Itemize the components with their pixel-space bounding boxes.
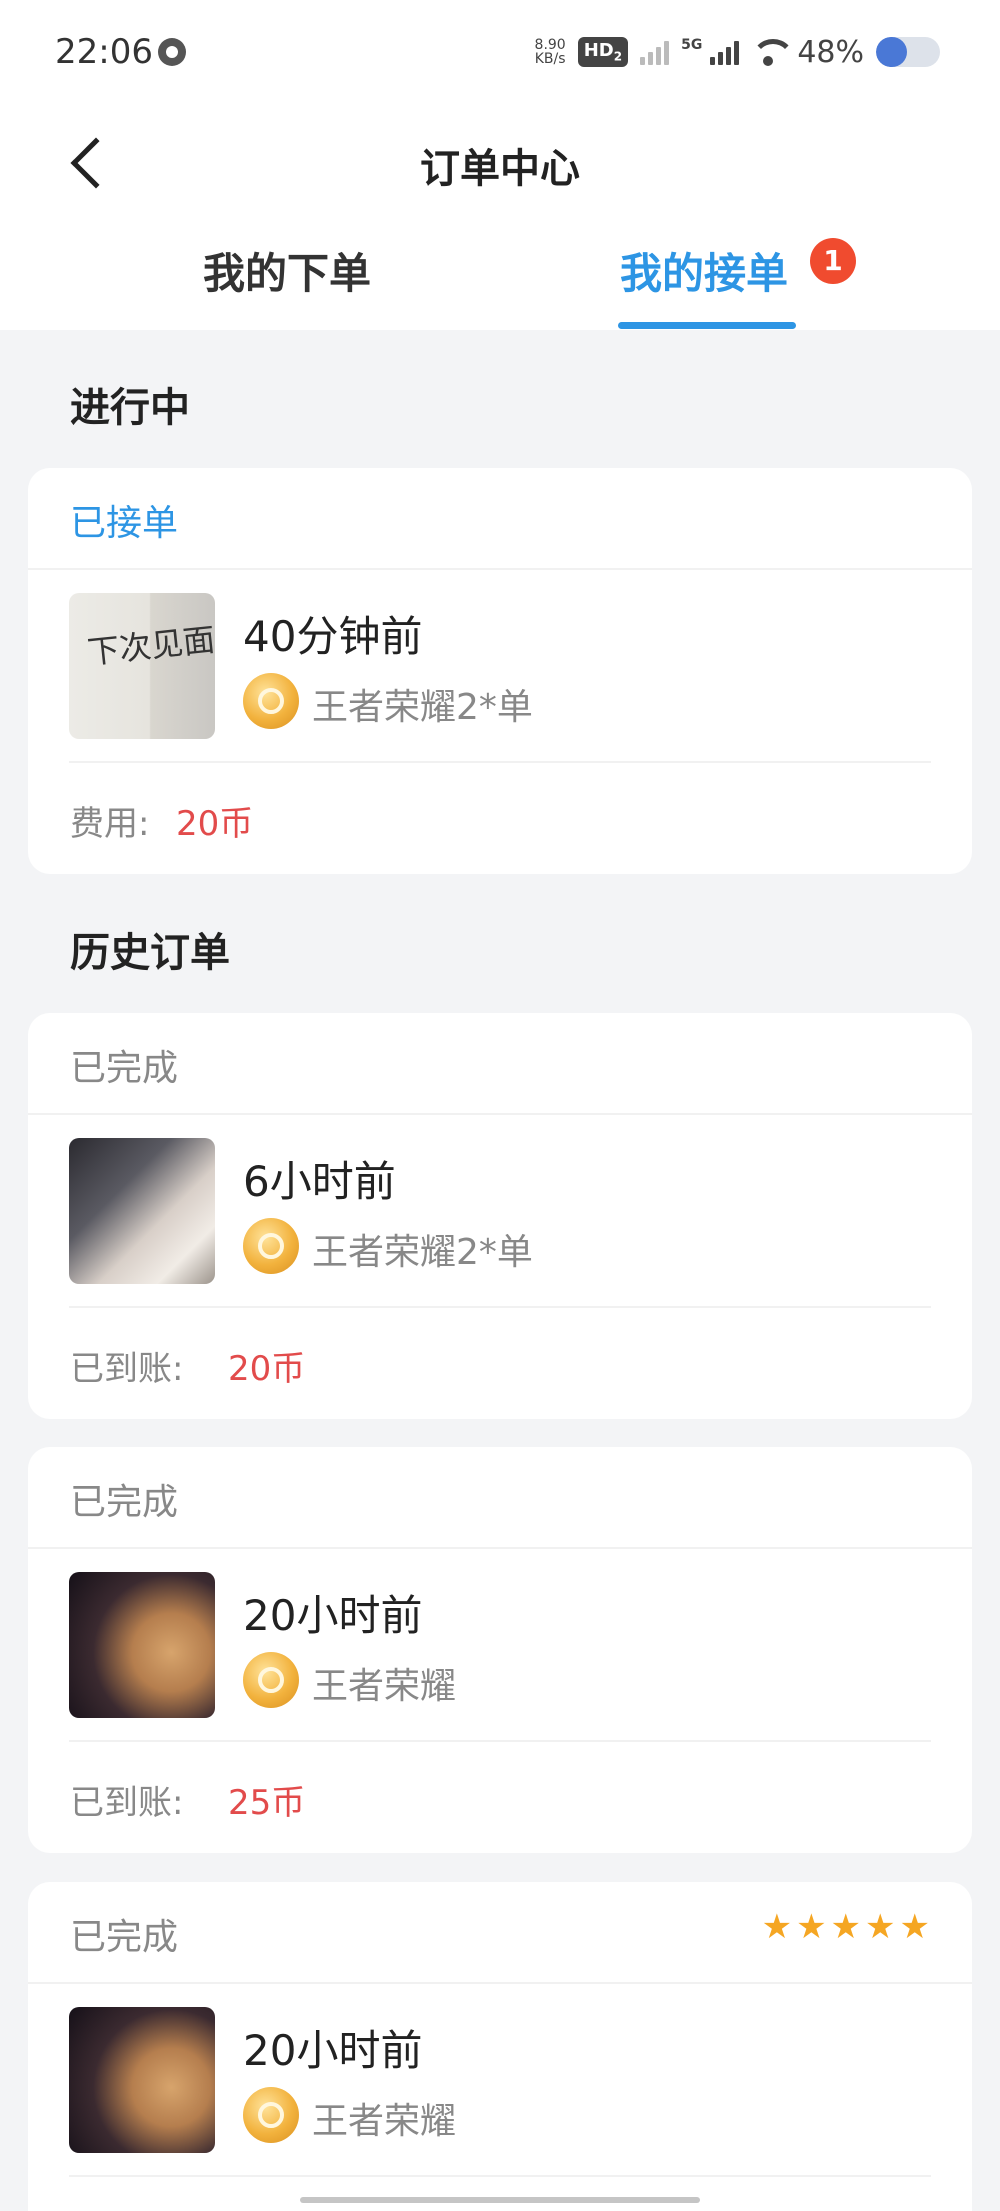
divider	[28, 1547, 972, 1549]
order-status: 已完成	[70, 1482, 179, 1523]
price-label: 已到账:	[70, 1783, 184, 1823]
divider	[69, 1740, 931, 1742]
order-card[interactable]: 已完成 20小时前 王者荣耀 已到账: 25币	[28, 1447, 972, 1853]
order-card[interactable]: 已完成 ★ ★ ★ ★ ★ 20小时前 王者荣耀	[28, 1882, 972, 2211]
order-time: 20小时前	[243, 2026, 423, 2075]
price-value: 25币	[228, 1783, 306, 1823]
game-icon	[243, 2087, 299, 2143]
price-label: 费用:	[70, 804, 150, 844]
order-game: 王者荣耀2*单	[312, 1232, 533, 1273]
order-avatar	[69, 2007, 215, 2153]
order-card[interactable]: 已完成 6小时前 王者荣耀2*单 已到账: 20币	[28, 1013, 972, 1419]
order-game: 王者荣耀2*单	[312, 687, 533, 728]
order-avatar	[69, 1572, 215, 1718]
price-value: 20币	[176, 804, 254, 844]
order-status: 已完成	[70, 1048, 179, 1089]
status-bar: 22:06 8.90 KB/s HD2 5G 48%	[0, 0, 1000, 110]
tab-my-orders[interactable]: 我的下单	[203, 240, 371, 301]
signal-icon-sim1	[640, 39, 670, 65]
battery-percent: 48%	[797, 34, 864, 70]
net-speed-value: 8.90	[534, 37, 566, 53]
net-speed: 8.90 KB/s	[535, 38, 566, 66]
star-icon: ★	[761, 1907, 793, 1947]
divider	[69, 1306, 931, 1308]
sync-icon	[158, 38, 186, 66]
order-card[interactable]: 已接单 下次见面 40分钟前 王者荣耀2*单 费用: 20币	[28, 468, 972, 874]
hd-label: HD	[583, 40, 614, 62]
signal-icon-sim2	[710, 39, 740, 65]
tab-active-indicator	[618, 322, 796, 329]
divider	[28, 1982, 972, 1984]
navbar: 订单中心	[0, 110, 1000, 220]
hd-sub: 2	[613, 49, 623, 64]
hd-icon: HD2	[577, 37, 629, 67]
divider	[28, 1113, 972, 1115]
battery-fill	[876, 37, 907, 67]
price-label: 已到账:	[70, 1349, 184, 1389]
wifi-icon	[751, 39, 796, 66]
tab-my-accepted[interactable]: 我的接单	[620, 240, 788, 301]
game-icon	[243, 1218, 299, 1274]
order-game: 王者荣耀	[312, 2101, 457, 2142]
battery-icon	[876, 37, 940, 67]
section-title-history: 历史订单	[70, 930, 230, 976]
section-title-in-progress: 进行中	[70, 385, 190, 431]
game-icon	[243, 673, 299, 729]
order-time: 20小时前	[243, 1591, 423, 1640]
net-speed-unit: KB/s	[534, 51, 566, 67]
star-icon: ★	[830, 1907, 862, 1947]
star-icon: ★	[865, 1907, 896, 1947]
order-game: 王者荣耀	[312, 1666, 457, 1707]
order-status: 已接单	[70, 503, 179, 544]
notification-badge: 1	[810, 238, 856, 284]
star-icon: ★	[899, 1907, 930, 1947]
order-avatar: 下次见面	[69, 593, 215, 739]
status-indicators: 8.90 KB/s HD2 5G 48%	[535, 32, 940, 72]
order-time: 6小时前	[243, 1157, 396, 1206]
game-icon	[243, 1652, 299, 1708]
divider	[69, 761, 931, 763]
order-status: 已完成	[70, 1917, 179, 1958]
avatar-text: 下次见面	[85, 620, 215, 672]
star-icon: ★	[796, 1907, 827, 1947]
home-indicator[interactable]	[300, 2197, 700, 2203]
status-time: 22:06	[55, 32, 153, 72]
order-avatar	[69, 1138, 215, 1284]
order-time: 40分钟前	[243, 612, 423, 661]
divider	[28, 568, 972, 570]
price-value: 20币	[228, 1349, 306, 1389]
network-type: 5G	[681, 37, 703, 53]
rating-stars: ★ ★ ★ ★ ★	[762, 1910, 930, 1944]
page-title: 订单中心	[420, 146, 580, 192]
divider	[69, 2175, 931, 2177]
